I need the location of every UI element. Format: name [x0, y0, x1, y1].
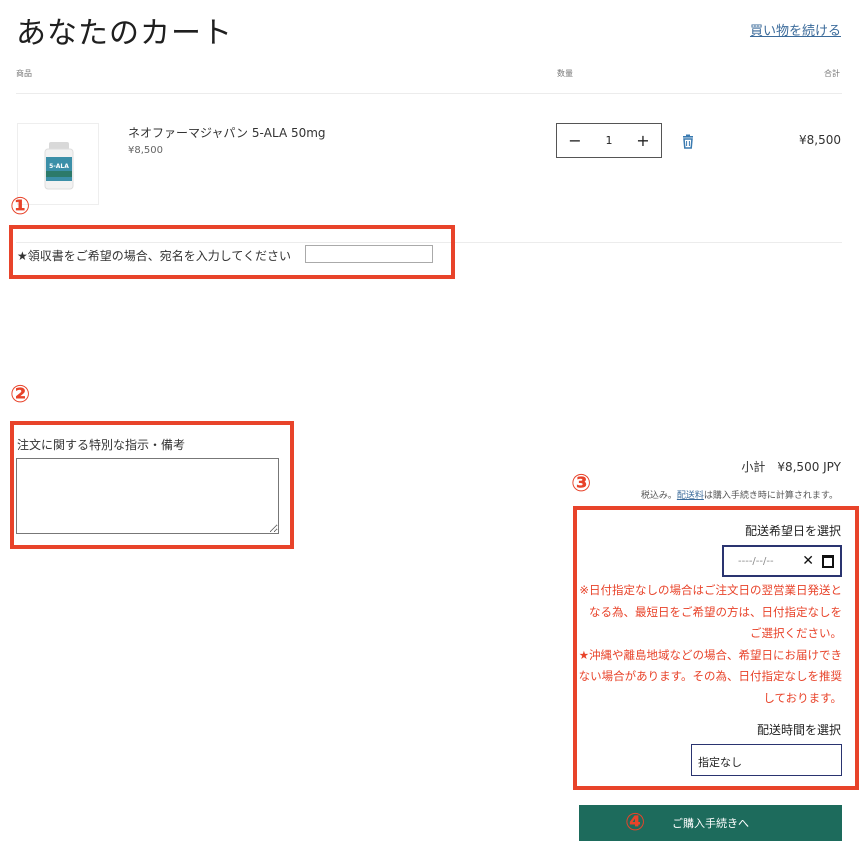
delivery-time-select[interactable]: 指定なし [691, 744, 842, 776]
column-header-quantity: 数量 [557, 69, 573, 78]
delivery-date-label: 配送希望日を選択 [744, 524, 841, 538]
annotation-number-4: ④ [625, 808, 646, 836]
column-header-total: 合計 [824, 69, 840, 78]
delivery-notice-2: ★沖縄や離島地域などの場合、希望日にお届けできない場合があります。その為、日付指… [578, 647, 842, 705]
delivery-date-input[interactable]: ----/--/-- ✕ [722, 545, 842, 577]
continue-shopping-link[interactable]: 買い物を続ける [750, 20, 841, 39]
quantity-value[interactable]: 1 [606, 134, 613, 147]
product-name[interactable]: ネオファーマジャパン 5-ALA 50mg [128, 124, 326, 141]
header-divider [16, 93, 842, 94]
tax-note-prefix: 税込み。 [640, 491, 677, 501]
annotation-number-2: ② [10, 380, 31, 408]
clear-icon[interactable]: ✕ [802, 553, 814, 569]
order-notes-textarea[interactable] [16, 458, 279, 534]
product-unit-price: ¥8,500 [128, 145, 163, 156]
subtotal-value: ¥8,500 JPY [777, 460, 841, 474]
checkout-button[interactable]: ご購入手続きへ [579, 805, 842, 841]
receipt-name-input[interactable] [305, 245, 433, 263]
subtotal: 小計 ¥8,500 JPY [741, 458, 841, 475]
checkout-label: ご購入手続きへ [672, 817, 749, 830]
column-header-product: 商品 [16, 69, 32, 78]
delivery-time-label: 配送時間を選択 [756, 723, 841, 737]
trash-icon[interactable] [681, 134, 695, 150]
shipping-policy-link[interactable]: 配送料 [677, 491, 704, 501]
annotation-number-1: ① [10, 192, 31, 220]
order-notes-label: 注文に関する特別な指示・備考 [17, 438, 186, 452]
annotation-number-3: ③ [571, 469, 592, 497]
quantity-stepper[interactable]: − 1 + [556, 123, 662, 158]
calendar-icon[interactable] [822, 554, 834, 568]
bottle-label-text: 5-ALA [49, 163, 69, 170]
tax-note-suffix: は購入手続き時に計算されます。 [703, 491, 838, 501]
tax-shipping-note: 税込み。配送料は購入手続き時に計算されます。 [641, 488, 838, 501]
date-placeholder: ----/--/-- [738, 555, 774, 567]
page-title: あなたのカート [16, 16, 233, 51]
subtotal-label: 小計 [741, 460, 766, 474]
decrement-button[interactable]: − [567, 131, 583, 150]
delivery-notice: ※日付指定なしの場合はご注文日の翌営業日発送となる為、最短日をご希望の方は、日付… [578, 580, 842, 709]
increment-button[interactable]: + [635, 131, 651, 150]
receipt-name-label: ★領収書をご希望の場合、宛名を入力してください [17, 249, 292, 263]
line-total: ¥8,500 [799, 133, 841, 147]
delivery-notice-1: ※日付指定なしの場合はご注文日の翌営業日発送となる為、最短日をご希望の方は、日付… [579, 583, 842, 640]
